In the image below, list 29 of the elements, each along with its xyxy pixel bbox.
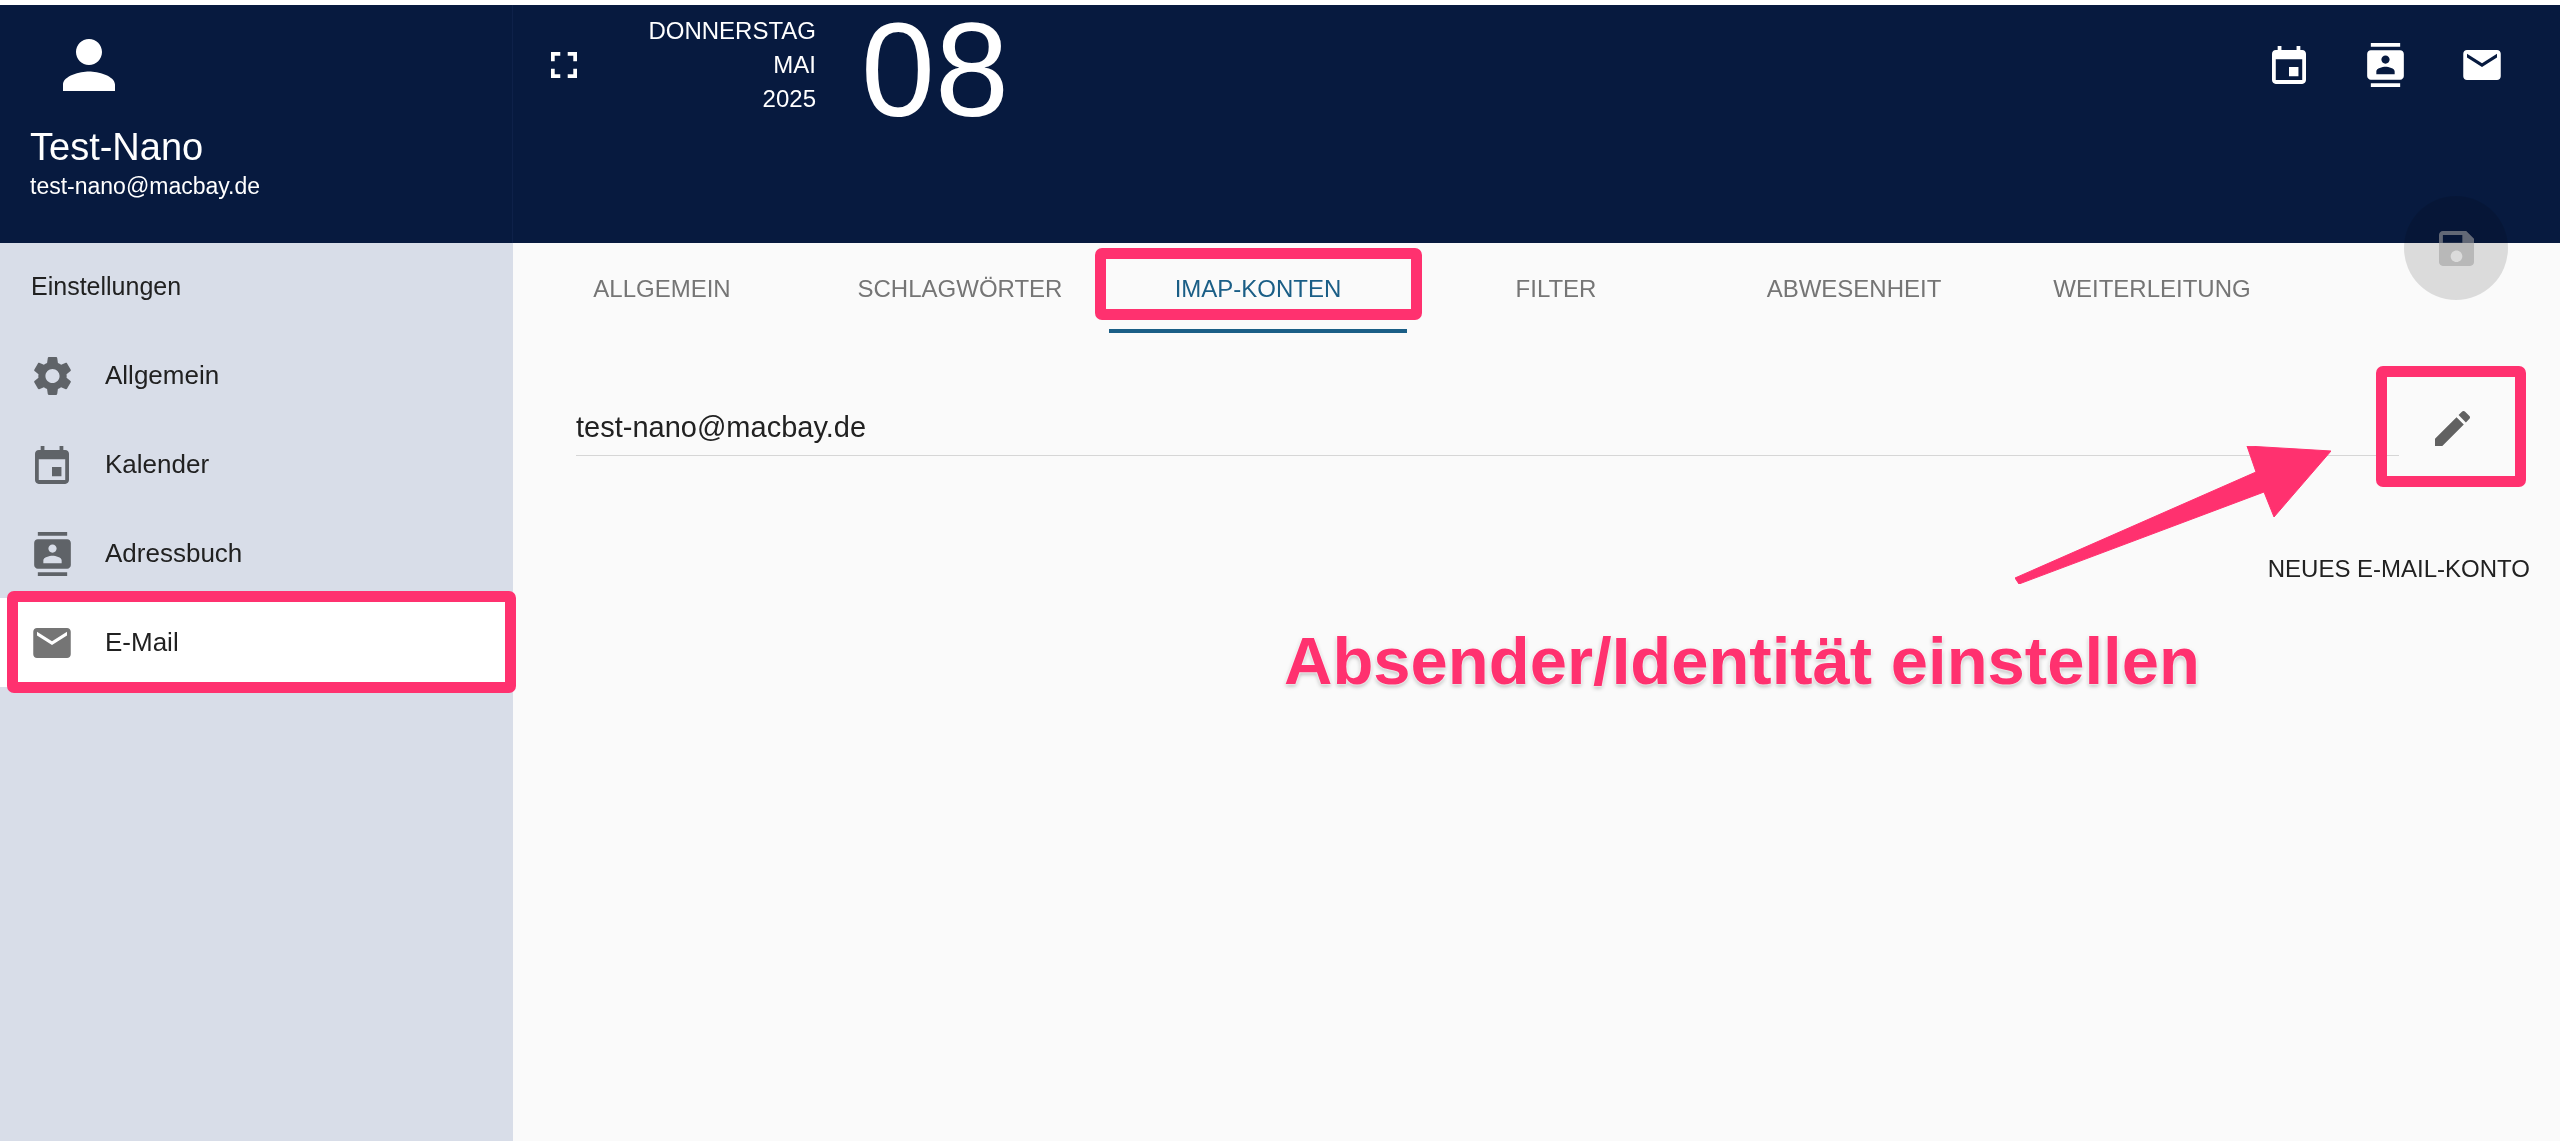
annotation-text: Absender/Identität einstellen [1284, 627, 2200, 694]
sidebar-item[interactable]: Adressbuch [0, 509, 513, 598]
month-label: MAI [773, 50, 816, 80]
tab[interactable]: FILTER [1407, 243, 1705, 333]
sidebar-item[interactable]: Kalender [0, 420, 513, 509]
calendar-icon [35, 445, 69, 484]
fullscreen-icon[interactable] [551, 52, 577, 78]
tab[interactable]: SCHLAGWÖRTER [811, 243, 1109, 333]
new-account-button[interactable]: NEUES E-MAIL-KONTO [2251, 543, 2546, 595]
mail-icon [33, 627, 71, 658]
contacts-icon [33, 531, 71, 576]
settings-icon [33, 356, 71, 395]
edit-icon [2434, 410, 2470, 446]
contacts-icon[interactable] [2367, 43, 2404, 87]
tab[interactable]: IMAP-KONTEN [1109, 243, 1407, 333]
weekday-label: DONNERSTAG [648, 16, 816, 46]
user-name: Test-Nano [30, 125, 204, 169]
person-icon [63, 39, 115, 91]
tab[interactable]: ABWESENHEIT [1705, 243, 2003, 333]
sidebar-item[interactable]: Allgemein [0, 331, 513, 420]
year-label: 2025 [762, 84, 816, 114]
tab[interactable]: WEITERLEITUNG [2003, 243, 2301, 333]
user-email: test-nano@macbay.de [30, 172, 261, 201]
sidebar-title: Einstellungen [30, 271, 183, 303]
tab[interactable]: ALLGEMEIN [513, 243, 811, 333]
save-icon [2438, 230, 2474, 266]
mail-icon[interactable] [2463, 50, 2501, 80]
calendar-icon[interactable] [2272, 46, 2306, 84]
day-number: 08 [861, 3, 1009, 137]
